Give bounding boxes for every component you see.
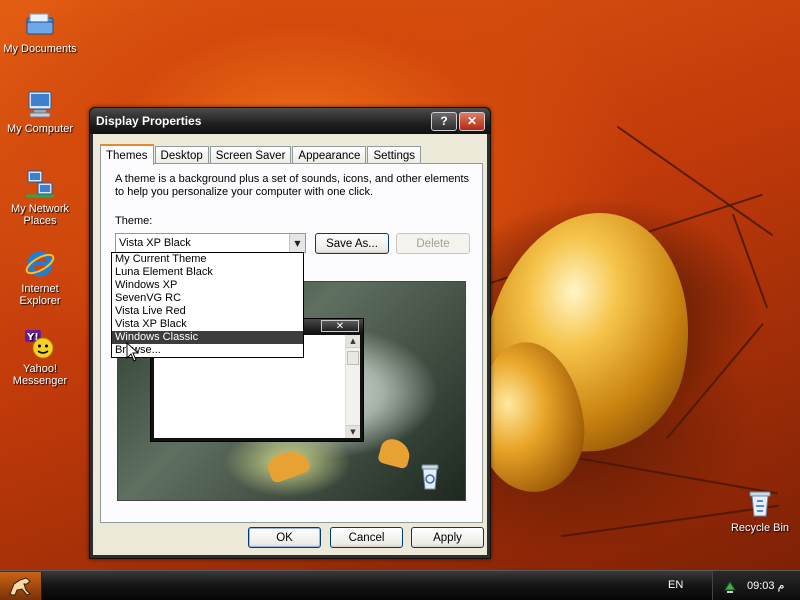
desktop-icon-label-line2: Messenger [12,375,68,387]
network-places-icon [26,170,54,198]
cancel-button[interactable]: Cancel [330,527,403,548]
desktop-icon-my-documents[interactable]: My Documents [0,8,80,55]
desktop-icon-yahoo-messenger[interactable]: Y! Yahoo! Messenger [0,328,80,387]
theme-select-value: Vista XP Black [119,237,191,249]
desktop-icon-label-line2: Places [23,215,57,227]
scroll-down-icon: ▼ [346,425,360,438]
tab-strip: Themes Desktop Screen Saver Appearance S… [100,143,422,165]
yahoo-messenger-icon: Y! [25,330,54,359]
window-title: Display Properties [96,114,202,128]
taskbar: EN 09:03 م [0,570,800,600]
window-titlebar[interactable]: Display Properties ? ✕ [90,108,490,134]
preview-close-icon: ✕ [321,320,359,332]
desktop-icon-label-line1: Yahoo! [22,363,58,375]
desktop-icon-internet-explorer[interactable]: Internet Explorer [0,248,80,307]
dropdown-option[interactable]: Luna Element Black [112,266,303,279]
preview-scrollbar: ▲ ▼ [345,335,360,438]
preview-decoration [377,436,413,470]
mouse-cursor-icon [126,342,140,362]
network-tray-icon[interactable] [722,578,738,594]
desktop-icon-label: Recycle Bin [730,522,790,534]
tab-desktop[interactable]: Desktop [154,146,209,164]
dropdown-option-highlighted[interactable]: Windows Classic [112,331,303,344]
desktop-icon-label-line2: Explorer [19,295,61,307]
recycle-bin-icon [421,464,439,490]
clock[interactable]: 09:03 م [747,579,784,592]
close-button[interactable]: ✕ [459,111,485,131]
apply-button[interactable]: Apply [411,527,484,548]
theme-label: Theme: [115,215,153,227]
tab-themes[interactable]: Themes [100,144,154,165]
dropdown-option[interactable]: Vista Live Red [112,305,303,318]
desktop-icon-my-network-places[interactable]: My Network Places [0,168,80,227]
delete-button[interactable]: Delete [396,233,470,254]
scroll-thumb [347,351,359,365]
my-documents-icon [26,13,54,35]
dropdown-option[interactable]: Windows XP [112,279,303,292]
language-indicator[interactable]: EN [668,579,683,591]
desktop-icon-my-computer[interactable]: My Computer [0,88,80,135]
internet-explorer-icon [25,251,55,277]
dropdown-option[interactable]: Vista XP Black [112,318,303,331]
recycle-bin-icon [749,491,771,517]
tab-screen-saver[interactable]: Screen Saver [209,146,292,164]
preview-decoration [264,445,312,485]
scroll-up-icon: ▲ [346,335,360,348]
desktop-icon-label-line1: Internet [21,283,59,295]
tab-appearance[interactable]: Appearance [292,146,367,164]
dropdown-option[interactable]: My Current Theme [112,253,303,266]
chevron-down-icon[interactable]: ▼ [289,234,305,252]
my-computer-icon [28,91,52,118]
desktop-icon-label: My Computer [6,123,74,135]
desktop-icon-recycle-bin[interactable]: Recycle Bin [720,487,800,534]
start-button[interactable] [0,572,42,600]
desktop-icon-label-line1: My Network [10,203,70,215]
desktop-icon-label: My Documents [3,43,77,55]
help-button[interactable]: ? [431,111,457,131]
tab-settings[interactable]: Settings [367,146,422,164]
save-as-button[interactable]: Save As... [315,233,389,254]
theme-select[interactable]: Vista XP Black ▼ [115,233,306,253]
dropdown-option-browse[interactable]: Browse... [112,344,303,357]
dropdown-option[interactable]: SevenVG RC [112,292,303,305]
horse-logo-icon [9,577,31,596]
themes-description: A theme is a background plus a set of so… [115,173,470,198]
ok-button[interactable]: OK [248,527,321,548]
